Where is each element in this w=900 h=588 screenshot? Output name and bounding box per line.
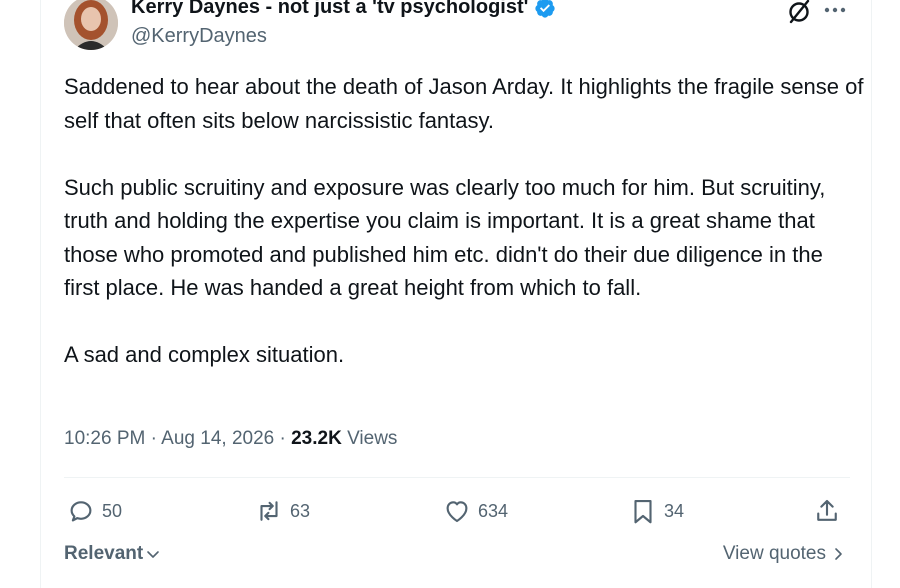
- repost-button[interactable]: 63: [254, 496, 310, 526]
- author-handle[interactable]: @KerryDaynes: [131, 25, 267, 48]
- bookmark-count: 34: [664, 500, 685, 521]
- tweet-paragraph: Such public scruitiny and exposure was c…: [64, 174, 826, 301]
- view-quotes-label: View quotes: [722, 543, 826, 564]
- sort-replies-dropdown[interactable]: Relevant: [64, 543, 161, 565]
- view-quotes-link[interactable]: View quotes: [723, 543, 846, 565]
- sort-label: Relevant: [64, 543, 144, 564]
- chevron-right-icon: [835, 548, 842, 560]
- author-display-name[interactable]: Kerry Daynes - not just a 'tv psychologi…: [131, 0, 528, 19]
- like-button[interactable]: 634: [442, 496, 508, 526]
- bookmark-icon: [634, 499, 652, 524]
- reply-count: 50: [102, 500, 123, 521]
- meta-separator: ·: [279, 428, 286, 449]
- chevron-down-icon: [147, 551, 160, 558]
- author-name-row[interactable]: Kerry Daynes - not just a 'tv psychologi…: [131, 0, 556, 19]
- grok-icon[interactable]: [786, 0, 812, 24]
- more-options-icon[interactable]: [822, 0, 848, 20]
- verified-badge-icon: [535, 0, 556, 18]
- views-count[interactable]: 23.2K: [291, 428, 342, 449]
- repost-count: 63: [290, 500, 311, 521]
- reply-icon: [70, 501, 92, 522]
- tweet-meta: 10:26 PM · Aug 14, 2026 · 23.2K Views: [64, 428, 397, 450]
- repost-icon: [260, 501, 278, 521]
- reply-button[interactable]: 50: [66, 496, 122, 526]
- share-icon: [817, 499, 837, 521]
- tweet-paragraph: Saddened to hear about the death of Jaso…: [64, 74, 864, 133]
- share-button[interactable]: [812, 496, 842, 526]
- tweet-time[interactable]: 10:26 PM: [64, 428, 145, 449]
- tweet-paragraph: A sad and complex situation.: [64, 342, 345, 367]
- bookmark-button[interactable]: 34: [628, 496, 684, 526]
- tweet-text: Saddened to hear about the death of Jaso…: [64, 70, 864, 405]
- meta-separator: ·: [150, 428, 157, 449]
- heart-icon: [446, 501, 468, 523]
- tweet-date[interactable]: Aug 14, 2026: [161, 428, 274, 449]
- like-count: 634: [478, 500, 509, 521]
- views-label: Views: [347, 428, 398, 449]
- divider: [64, 477, 850, 478]
